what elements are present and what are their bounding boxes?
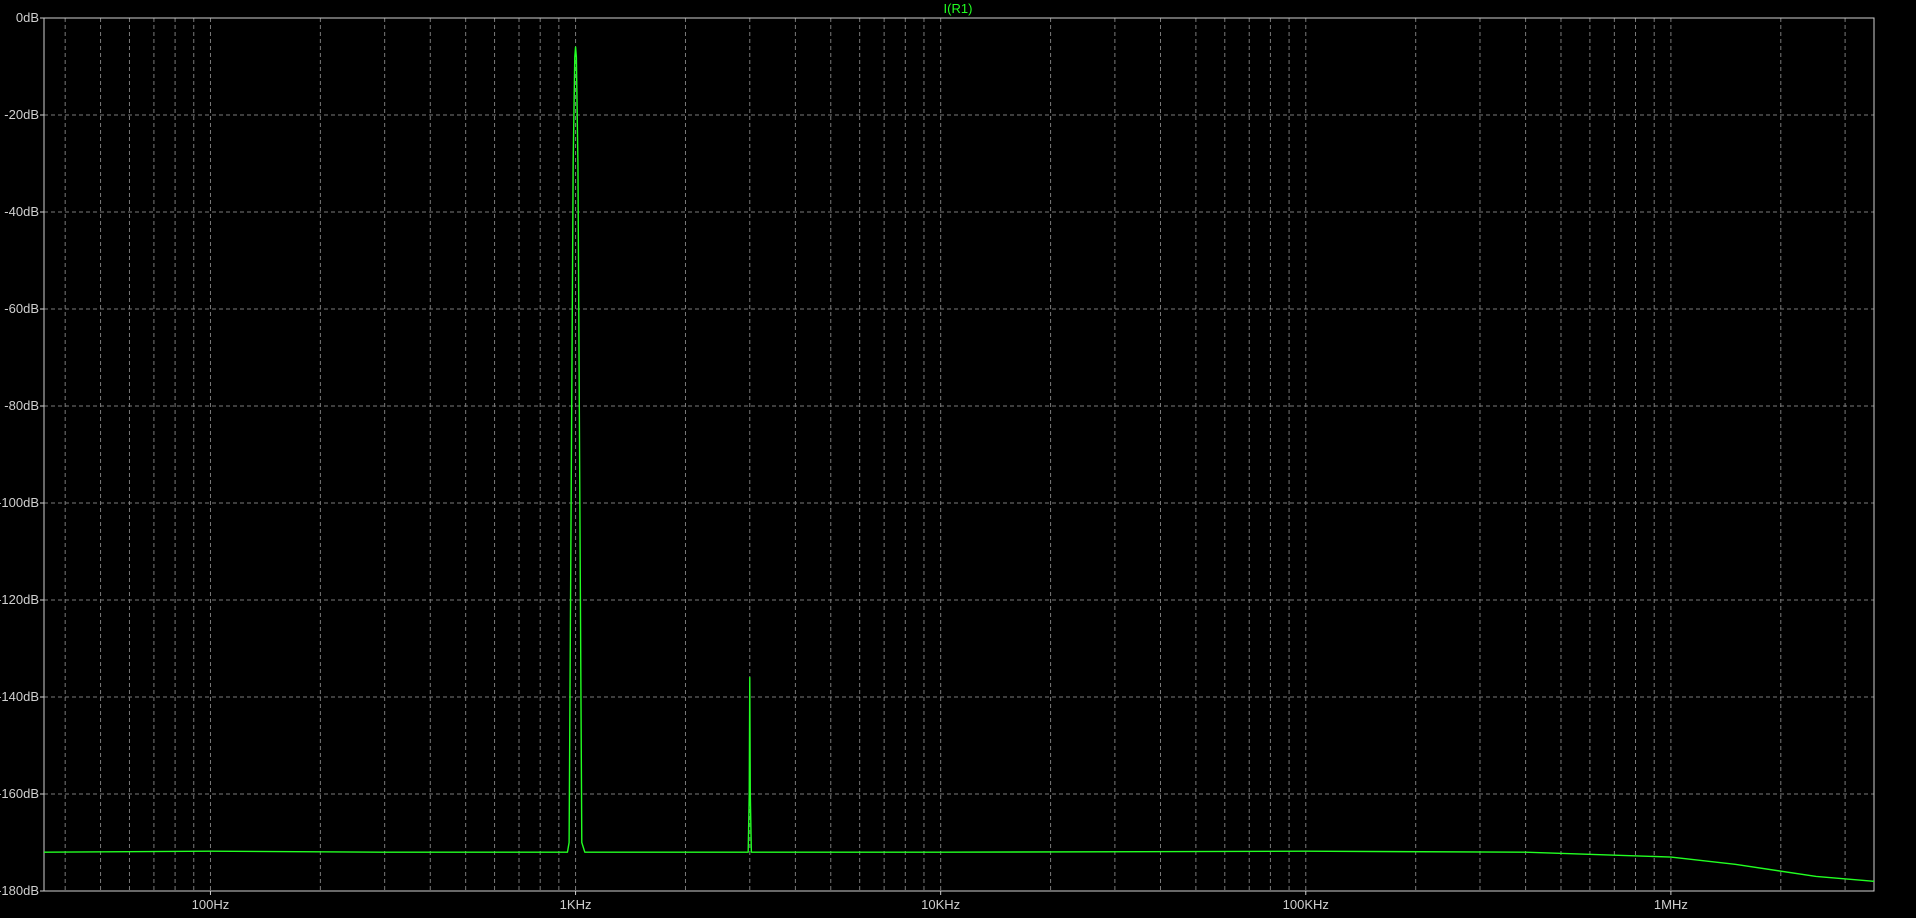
trace-layer (43, 46, 1875, 882)
y-tick-label: -20dB (4, 107, 39, 122)
y-tick-label: -120dB (0, 592, 39, 607)
x-tick-label: 100Hz (192, 897, 230, 912)
grid-lines (44, 18, 1874, 891)
y-axis-ticks: 0dB -20dB -40dB -60dB -80dB -100dB -120dB -140d… (0, 10, 44, 898)
y-tick-label: -140dB (0, 689, 39, 704)
y-tick-label: -100dB (0, 495, 39, 510)
x-axis-ticks: 100Hz 1KHz 10KHz 100KHz 1MHz (192, 891, 1688, 912)
series-line (43, 46, 1875, 882)
chart-title: I(R1) (944, 1, 973, 16)
y-tick-label: -180dB (0, 883, 39, 898)
x-tick-label: 10KHz (921, 897, 960, 912)
x-tick-label: 1KHz (560, 897, 592, 912)
y-tick-label: -80dB (4, 398, 39, 413)
plot-frame (43, 17, 1875, 892)
x-tick-label: 1MHz (1654, 897, 1688, 912)
y-tick-label: -160dB (0, 786, 39, 801)
spectrum-chart: 0dB -20dB -40dB -60dB -80dB -100dB -120dB -140d… (0, 1, 1875, 912)
x-tick-label: 100KHz (1283, 897, 1329, 912)
y-tick-label: -60dB (4, 301, 39, 316)
y-tick-label: 0dB (16, 10, 39, 25)
y-tick-label: -40dB (4, 204, 39, 219)
